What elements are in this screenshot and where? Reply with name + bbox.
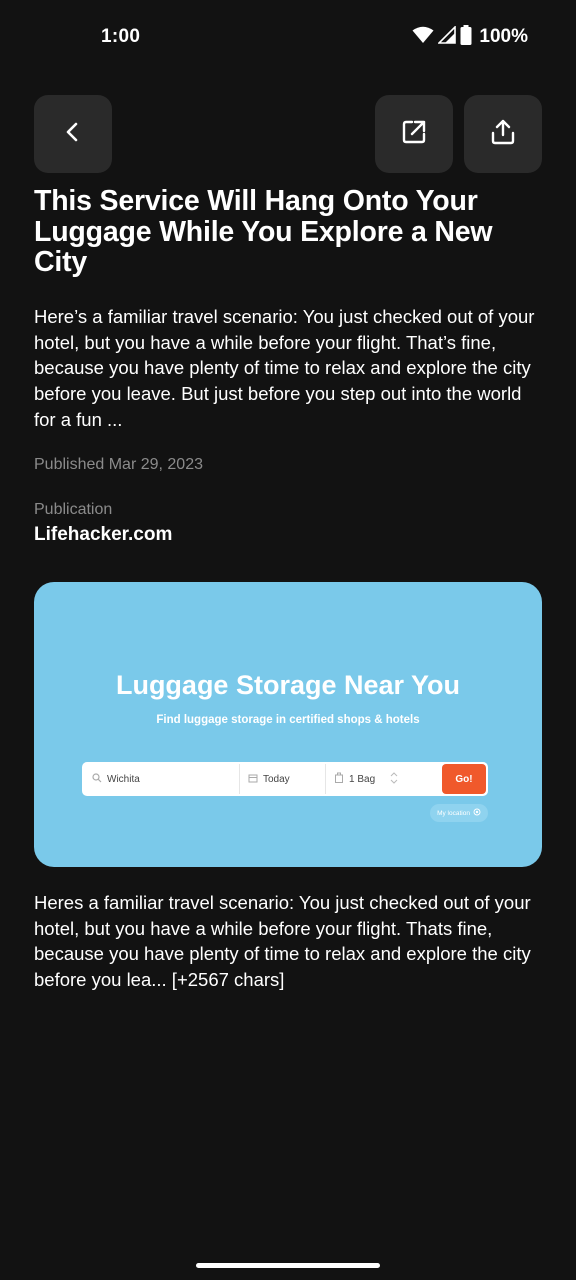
hero-go-button: Go! <box>442 764 486 794</box>
hero-search-box: Wichita Today 1 Bag Go! <box>82 762 488 796</box>
publication-label: Publication <box>34 501 113 518</box>
article-body: Heres a familiar travel scenario: You ju… <box>34 892 531 991</box>
hero-location-value: Wichita <box>107 773 140 785</box>
cellular-signal-icon <box>437 24 457 49</box>
wifi-icon <box>412 26 434 49</box>
published-date: Published Mar 29, 2023 <box>34 456 203 473</box>
hero-bags-value: 1 Bag <box>349 773 376 785</box>
calendar-icon <box>248 773 258 786</box>
hero-subheading: Find luggage storage in certified shops … <box>156 714 420 726</box>
article-summary: Here’s a familiar travel scenario: You j… <box>34 306 535 430</box>
home-indicator[interactable] <box>196 1263 380 1268</box>
publication-name[interactable]: Lifehacker.com <box>34 524 172 546</box>
battery-percentage: 100% <box>479 26 528 47</box>
status-bar: 1:00 100% <box>0 0 576 72</box>
share-button[interactable] <box>464 95 542 173</box>
search-icon <box>92 772 102 786</box>
hero-my-location: My location <box>430 804 488 822</box>
open-in-browser-button[interactable] <box>375 95 453 173</box>
back-button[interactable] <box>34 95 112 173</box>
crosshair-icon <box>473 808 481 818</box>
chevron-up-down-icon <box>390 771 398 788</box>
hero-heading: Luggage Storage Near You <box>115 670 461 700</box>
hero-location-field: Wichita <box>84 764 240 794</box>
battery-icon <box>460 24 472 50</box>
bag-icon <box>334 772 344 786</box>
hero-bags-field: 1 Bag <box>326 764 442 794</box>
share-icon <box>489 118 517 151</box>
status-time: 1:00 <box>101 26 141 47</box>
article-hero-image: Luggage Storage Near You Find luggage st… <box>34 582 542 867</box>
hero-date-field: Today <box>240 764 326 794</box>
status-icons: 100% <box>412 24 528 50</box>
hero-date-value: Today <box>263 773 290 785</box>
chevron-left-icon <box>61 120 85 149</box>
article-title: This Service Will Hang Onto Your Luggage… <box>34 185 493 278</box>
open-external-icon <box>400 118 428 151</box>
my-location-label: My location <box>437 809 470 817</box>
